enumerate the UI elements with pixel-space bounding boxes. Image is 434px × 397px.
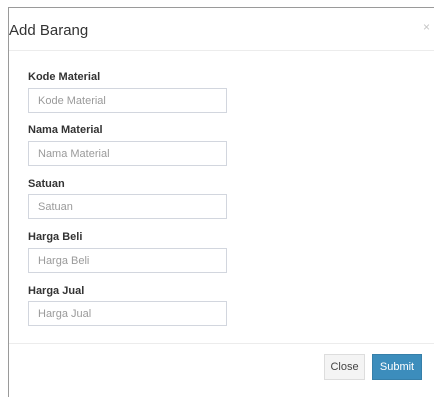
harga-beli-label: Harga Beli (28, 231, 83, 243)
modal-title: Add Barang (9, 22, 89, 39)
add-barang-modal: Add Barang × Kode Material Nama Material… (8, 7, 434, 397)
close-button[interactable]: Close (324, 354, 365, 380)
harga-jual-input[interactable] (28, 301, 227, 326)
satuan-label: Satuan (28, 178, 65, 190)
harga-jual-label: Harga Jual (28, 285, 85, 297)
submit-button[interactable]: Submit (372, 354, 422, 380)
modal-header: Add Barang × (9, 8, 434, 51)
close-icon[interactable]: × (423, 21, 430, 33)
modal-footer (9, 343, 434, 344)
harga-beli-input[interactable] (28, 248, 227, 273)
kode-material-label: Kode Material (28, 71, 101, 83)
nama-material-label: Nama Material (28, 124, 103, 136)
nama-material-input[interactable] (28, 141, 227, 166)
kode-material-input[interactable] (28, 88, 227, 113)
satuan-input[interactable] (28, 194, 227, 219)
